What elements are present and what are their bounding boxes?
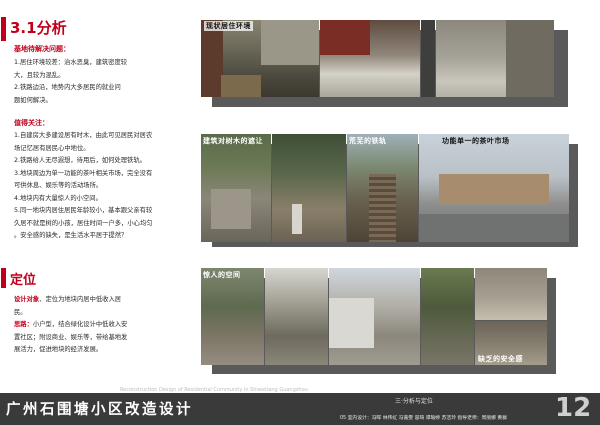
section1-bar [1, 17, 6, 41]
caption-tea-market: 功能单一的茶叶市场 [442, 137, 510, 145]
photo-living-environment-3 [421, 20, 435, 97]
photo-living-environment-4 [436, 20, 554, 97]
attention-line: 可供休息、娱乐等的活动场所。 [14, 182, 103, 189]
positioning-line: 置社区；附设商业、娱乐等，带给基地发 [14, 333, 128, 341]
attention-line: 1.自建房大多建设居有时木，由此可见居民对居农 [14, 132, 153, 139]
footer-subtitle: Reconstruction Design of Residential Com… [120, 387, 308, 393]
attention-line: 场记忆居有居民心中地位。 [14, 144, 90, 152]
caption-surprising-space: 惊人的空间 [203, 271, 241, 279]
photo-living-environment-2 [320, 20, 420, 97]
footer-section: 三·分析与定位 [395, 398, 433, 405]
photo-tree-building-2 [272, 134, 346, 242]
positioning-line: 民。 [14, 308, 27, 316]
attention-heading: 值得关注： [14, 119, 49, 127]
footer-credits: 05 室内设计：冯晖 林伟虹 冯嘉雯 容琦 谭瑜婷 苏洁玲 指导老师：周丽娜 黄… [340, 416, 508, 421]
photo-surprising-space-1 [201, 268, 264, 365]
positioning-line: 设计对象、定位为地块内居中低收入居 [14, 294, 204, 307]
attention-line: 5.同一地块内居住居民年龄较小，基本跟父亲有较 [14, 207, 153, 214]
section2-bar [1, 268, 6, 288]
page-number: 12 [555, 393, 592, 423]
positioning-line: 思路：小户型，结合绿化设计中低收入安 [14, 319, 204, 332]
caption-rail: 荒芜的铁轨 [349, 137, 387, 145]
photo-safety-1 [421, 268, 474, 365]
photo-tea-market [419, 134, 569, 242]
section2-title: 定位 [10, 273, 37, 288]
attention-line: 4.地块内有大量惊人的小空间。 [14, 194, 102, 202]
positioning-text: 设计对象、定位为地块内居中低收入居 民。 思路：小户型，结合绿化设计中低收入安 … [14, 294, 204, 357]
photo-surprising-space-3 [329, 268, 420, 365]
caption-safety: 缺乏的安全感 [478, 355, 523, 363]
problems-line: 2.铁路边沿，地势内大多居民的就业问 [14, 84, 121, 91]
footer-title: 广州石围塘小区改造设计 [6, 402, 193, 418]
approach-text: 小户型，结合绿化设计中低收入安 [32, 321, 128, 328]
problems-line: 题如何解决。 [14, 96, 52, 104]
attention-text: 1.自建房大多建设居有时木，由此可见居民对居农 场记忆居有居民心中地位。 2.铁… [14, 130, 199, 243]
photo-tree-building-1 [201, 134, 271, 242]
problems-line: 1.居住环境较差：治水恶臭，建筑密度较 [14, 59, 128, 66]
photo-living-environment-1 [201, 20, 319, 97]
attention-line: 3.地块周边为单一功能的茶叶相关市场，完全没有 [14, 169, 153, 177]
positioning-line: 展活力，促进地块的经济发展。 [14, 346, 103, 353]
caption-tree-building: 建筑对树木的遮让 [203, 137, 263, 145]
attention-line: 。安全感的缺失，是生活水平居于提然？ [14, 232, 128, 239]
photo-safety-2 [475, 268, 547, 320]
photo-surprising-space-2 [265, 268, 328, 365]
problems-heading: 基地待解决问题： [14, 45, 70, 53]
photo-abandoned-rail [347, 134, 418, 242]
problems-text: 1.居住环境较差：治水恶臭，建筑密度较 大，且较为混乱。 2.铁路边沿，地势内大… [14, 57, 194, 107]
attention-line: 2.铁路给人无尽遐想，待用后，如何处理铁轨。 [14, 157, 146, 164]
design-target-label: 设计对象 [14, 296, 40, 303]
attention-line: 久居不就是树的小孩，居住时间一户多，小心均匀 [14, 219, 153, 227]
approach-label: 思路： [14, 321, 33, 328]
caption-living-environment: 现状居住环境 [204, 21, 253, 31]
problems-line: 大，且较为混乱。 [14, 71, 65, 79]
design-target-text: 、定位为地块内居中低收入居 [39, 296, 122, 303]
section1-title: 3.1分析 [10, 19, 67, 37]
